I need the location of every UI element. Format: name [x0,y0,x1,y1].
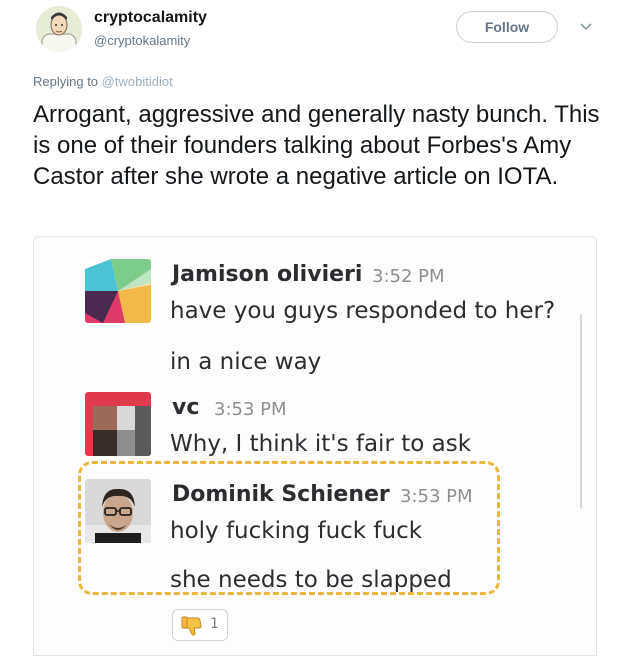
message-time: 3:53 PM [400,486,473,507]
sender-avatar [85,259,151,323]
reaction-button[interactable]: 1 [172,609,228,641]
follow-button[interactable]: Follow [456,11,558,43]
sender-name: Jamison olivieri [172,262,363,287]
sender-name: vc [172,395,200,420]
message-text: Why, I think it's fair to ask [170,431,472,457]
message-text: she needs to be slapped [170,567,452,593]
sender-avatar [85,392,151,456]
attached-screenshot[interactable]: Jamison olivieri 3:52 PM have you guys r… [33,236,597,656]
thumbs-down-icon [181,616,202,636]
replying-prefix: Replying to [33,74,99,89]
sender-avatar [85,479,151,543]
message-text: holy fucking fuck fuck [170,518,423,544]
message-text: have you guys responded to her? [170,298,556,324]
scrollbar [580,313,588,509]
replying-to: Replying to @twobitidiot [33,74,173,89]
sender-name: Dominik Schiener [172,482,390,507]
author-handle[interactable]: @cryptokalamity [94,33,190,48]
message-text: in a nice way [170,349,322,375]
replying-mention[interactable]: @twobitidiot [102,74,173,89]
author-name[interactable]: cryptocalamity [94,9,207,27]
message-time: 3:52 PM [372,266,445,287]
message-time: 3:53 PM [214,399,287,420]
chevron-down-icon[interactable] [580,21,592,33]
author-avatar[interactable] [36,6,82,52]
tweet-text: Arrogant, aggressive and generally nasty… [33,101,600,190]
reaction-count: 1 [210,616,219,632]
